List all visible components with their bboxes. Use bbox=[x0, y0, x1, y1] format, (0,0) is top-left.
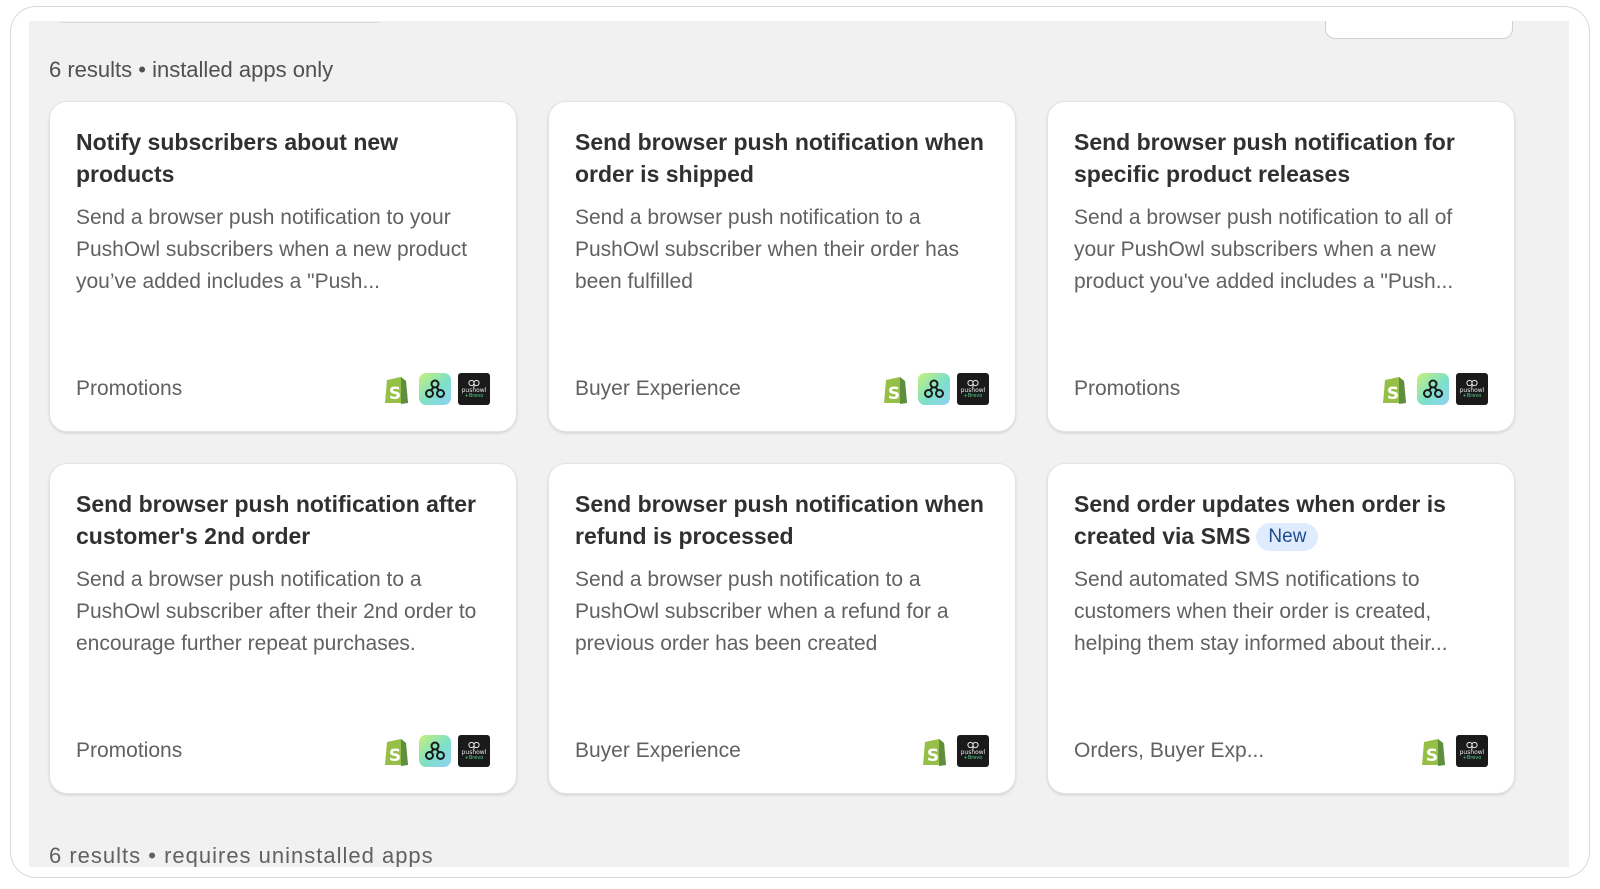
card-title-text: Send browser push notification when orde… bbox=[575, 129, 984, 187]
app-icons: Spushowl +Brevo bbox=[879, 373, 989, 405]
svg-text:S: S bbox=[1387, 384, 1399, 404]
card-footer: Promotions Spushowl +Brevo bbox=[1074, 372, 1488, 406]
shopify-icon: S bbox=[918, 735, 950, 767]
svg-text:S: S bbox=[389, 384, 401, 404]
pushowl-icon: pushowl +Brevo bbox=[957, 373, 989, 405]
card-title: Send browser push notification when refu… bbox=[575, 488, 989, 552]
brevo-wordmark: +Brevo bbox=[963, 755, 983, 761]
card-description: Send a browser push notification to all … bbox=[1074, 206, 1454, 293]
brevo-wordmark: +Brevo bbox=[1462, 393, 1482, 399]
template-card[interactable]: Send order updates when order is created… bbox=[1047, 463, 1515, 794]
app-icons: Spushowl +Brevo bbox=[918, 735, 989, 767]
template-card[interactable]: Send browser push notification when refu… bbox=[548, 463, 1016, 794]
card-category: Promotions bbox=[76, 739, 183, 762]
pushowl-icon: pushowl +Brevo bbox=[1456, 735, 1488, 767]
card-category: Buyer Experience bbox=[575, 377, 741, 400]
card-footer: Buyer Experience Spushowl +Brevo bbox=[575, 372, 989, 406]
card-title-text: Notify subscribers about new products bbox=[76, 129, 399, 187]
card-footer: Promotions Spushowl +Brevo bbox=[76, 372, 490, 406]
card-category: Promotions bbox=[1074, 377, 1181, 400]
sort-select[interactable] bbox=[1325, 21, 1513, 39]
card-description: Send automated SMS notifications to cust… bbox=[1074, 568, 1448, 655]
pushowl-icon: pushowl +Brevo bbox=[458, 373, 490, 405]
card-category: Promotions bbox=[76, 377, 183, 400]
brevo-wordmark: +Brevo bbox=[1462, 755, 1482, 761]
card-title-text: Send browser push notification after cus… bbox=[76, 491, 476, 549]
card-title: Send browser push notification after cus… bbox=[76, 488, 490, 552]
card-footer: Orders, Buyer Exp... Spushowl +Brevo bbox=[1074, 734, 1488, 768]
app-icons: Spushowl +Brevo bbox=[1417, 735, 1488, 767]
pushowl-icon: pushowl +Brevo bbox=[957, 735, 989, 767]
card-title-text: Send browser push notification for speci… bbox=[1074, 129, 1455, 187]
flow-icon bbox=[918, 373, 950, 405]
shopify-icon: S bbox=[380, 373, 412, 405]
card-footer: Promotions Spushowl +Brevo bbox=[76, 734, 490, 768]
app-icons: Spushowl +Brevo bbox=[380, 735, 490, 767]
card-description: Send a browser push notification to your… bbox=[76, 206, 468, 293]
card-category: Orders, Buyer Exp... bbox=[1074, 739, 1265, 762]
card-category: Buyer Experience bbox=[575, 739, 741, 762]
flow-icon bbox=[419, 373, 451, 405]
card-title: Send browser push notification when orde… bbox=[575, 126, 989, 190]
card-title: Send browser push notification for speci… bbox=[1074, 126, 1488, 190]
shopify-icon: S bbox=[879, 373, 911, 405]
shopify-icon: S bbox=[380, 735, 412, 767]
new-badge: New bbox=[1256, 523, 1319, 551]
app-icons: Spushowl +Brevo bbox=[380, 373, 490, 405]
svg-text:S: S bbox=[389, 746, 401, 766]
pushowl-icon: pushowl +Brevo bbox=[458, 735, 490, 767]
brevo-wordmark: +Brevo bbox=[464, 755, 484, 761]
card-description: Send a browser push notification to a Pu… bbox=[76, 568, 477, 655]
template-grid: Notify subscribers about new products Se… bbox=[49, 101, 1517, 794]
templates-panel: 6 results • installed apps only Notify s… bbox=[29, 21, 1569, 867]
card-title: Notify subscribers about new products bbox=[76, 126, 490, 190]
template-card[interactable]: Send browser push notification when orde… bbox=[548, 101, 1016, 432]
card-title-text: Send browser push notification when refu… bbox=[575, 491, 984, 549]
card-description: Send a browser push notification to a Pu… bbox=[575, 206, 960, 293]
brevo-wordmark: +Brevo bbox=[963, 393, 983, 399]
shopify-icon: S bbox=[1417, 735, 1449, 767]
window-frame: 6 results • installed apps only Notify s… bbox=[10, 6, 1590, 878]
svg-text:S: S bbox=[888, 384, 900, 404]
template-card[interactable]: Send browser push notification for speci… bbox=[1047, 101, 1515, 432]
installed-results-count: 6 results • installed apps only bbox=[49, 57, 334, 82]
card-footer: Buyer Experience Spushowl +Brevo bbox=[575, 734, 989, 768]
brevo-wordmark: +Brevo bbox=[464, 393, 484, 399]
flow-icon bbox=[1417, 373, 1449, 405]
template-card[interactable]: Notify subscribers about new products Se… bbox=[49, 101, 517, 432]
template-card[interactable]: Send browser push notification after cus… bbox=[49, 463, 517, 794]
app-icons: Spushowl +Brevo bbox=[1378, 373, 1488, 405]
uninstalled-results-count: 6 results • requires uninstalled apps bbox=[49, 843, 434, 867]
top-divider bbox=[59, 21, 379, 23]
pushowl-icon: pushowl +Brevo bbox=[1456, 373, 1488, 405]
shopify-icon: S bbox=[1378, 373, 1410, 405]
card-description: Send a browser push notification to a Pu… bbox=[575, 568, 949, 655]
flow-icon bbox=[419, 735, 451, 767]
svg-text:S: S bbox=[927, 746, 939, 766]
svg-text:S: S bbox=[1426, 746, 1438, 766]
card-title: Send order updates when order is created… bbox=[1074, 488, 1488, 552]
